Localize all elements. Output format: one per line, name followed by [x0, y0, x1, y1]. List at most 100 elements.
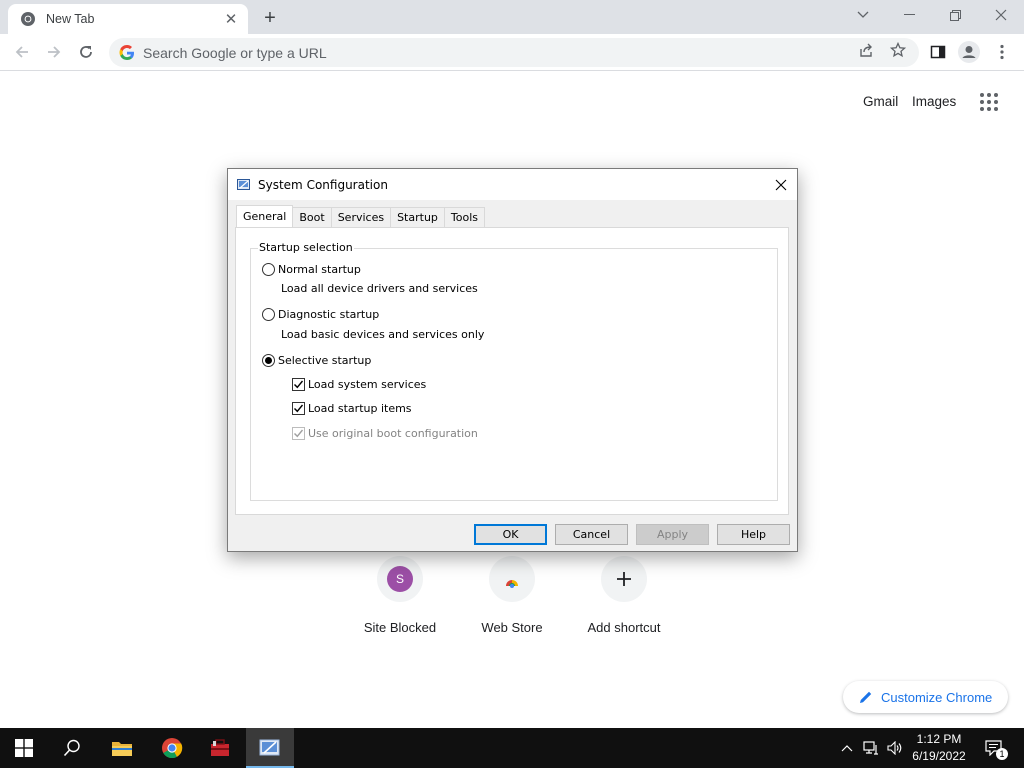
reload-button[interactable]: [72, 38, 100, 66]
tab-boot[interactable]: Boot: [292, 207, 332, 227]
shortcut-site-blocked[interactable]: S Site Blocked: [344, 556, 456, 635]
checkbox[interactable]: [292, 402, 305, 415]
customize-chrome-button[interactable]: Customize Chrome: [843, 681, 1008, 713]
network-icon[interactable]: [860, 728, 882, 768]
dialog-tabs: General Boot Services Startup Tools: [236, 205, 486, 227]
ok-button[interactable]: OK: [474, 524, 547, 545]
minimize-button[interactable]: [886, 0, 932, 30]
load-system-services-checkbox[interactable]: Load system services: [292, 378, 426, 391]
shortcut-tile: S: [377, 556, 423, 602]
search-button[interactable]: [48, 728, 96, 768]
start-button[interactable]: [0, 728, 48, 768]
show-hidden-icons-chevron[interactable]: [838, 728, 856, 768]
dialog-close-button[interactable]: [765, 169, 797, 200]
taskbar: 1:12 PM 6/19/2022 1: [0, 728, 1024, 768]
checkmark-icon: [294, 380, 304, 389]
checkbox-label: Load startup items: [308, 402, 412, 415]
tab-strip: New Tab ✕ +: [0, 0, 1024, 34]
tab-title: New Tab: [46, 12, 95, 26]
chrome-favicon-icon: [21, 12, 35, 26]
restore-button[interactable]: [932, 0, 978, 30]
google-apps-icon[interactable]: [980, 93, 1000, 113]
dialog-titlebar[interactable]: System Configuration: [228, 169, 797, 200]
general-tab-panel: Startup selection Normal startup Load al…: [235, 227, 789, 515]
msconfig-icon: [237, 178, 250, 190]
side-panel-icon[interactable]: [926, 40, 950, 64]
site-initial-avatar: S: [387, 566, 413, 592]
shortcut-tile: [601, 556, 647, 602]
search-icon: [63, 739, 80, 757]
back-button[interactable]: [8, 38, 36, 66]
close-window-button[interactable]: [978, 0, 1024, 30]
checkbox: [292, 427, 305, 440]
startup-selection-group: Startup selection Normal startup Load al…: [250, 241, 778, 501]
help-button[interactable]: Help: [717, 524, 790, 545]
notification-count-badge: 1: [996, 748, 1008, 760]
option-description: Load basic devices and services only: [281, 328, 485, 341]
msconfig-icon: [259, 739, 280, 756]
toolbox-taskbar-button[interactable]: [196, 728, 244, 768]
checkbox-label: Use original boot configuration: [308, 427, 478, 440]
radio-button[interactable]: [262, 308, 275, 321]
option-label: Normal startup: [278, 263, 361, 276]
folder-icon: [112, 742, 132, 756]
checkmark-icon: [294, 404, 304, 413]
close-tab-icon[interactable]: ✕: [222, 10, 240, 28]
add-shortcut-button[interactable]: Add shortcut: [568, 556, 680, 635]
browser-toolbar: Search Google or type a URL: [0, 34, 1024, 71]
share-icon[interactable]: [856, 40, 876, 60]
images-link[interactable]: Images: [912, 94, 956, 109]
shortcut-web-store[interactable]: Web Store: [456, 556, 568, 635]
tab-services[interactable]: Services: [330, 207, 392, 227]
system-configuration-dialog: System Configuration General Boot Servic…: [227, 168, 798, 552]
diagnostic-startup-radio[interactable]: Diagnostic startup: [262, 308, 379, 321]
tab-general[interactable]: General: [236, 205, 294, 227]
tab-new-tab[interactable]: New Tab ✕: [8, 4, 248, 34]
volume-icon[interactable]: [884, 728, 906, 768]
new-tab-button[interactable]: +: [258, 6, 282, 30]
apply-button: Apply: [636, 524, 709, 545]
radio-button[interactable]: [262, 263, 275, 276]
tab-startup[interactable]: Startup: [390, 207, 445, 227]
web-store-icon: [504, 576, 520, 588]
shortcut-label: Web Store: [481, 620, 543, 635]
toolbox-icon: [211, 739, 229, 756]
load-startup-items-checkbox[interactable]: Load startup items: [292, 402, 412, 415]
tab-tools[interactable]: Tools: [443, 207, 486, 227]
customize-chrome-label: Customize Chrome: [881, 689, 993, 705]
system-clock[interactable]: 1:12 PM 6/19/2022: [905, 731, 973, 765]
chrome-taskbar-button[interactable]: [148, 728, 196, 768]
windows-logo-icon: [15, 739, 33, 757]
selective-startup-radio[interactable]: Selective startup: [262, 354, 371, 367]
chrome-menu-icon[interactable]: [990, 40, 1014, 64]
group-label: Startup selection: [258, 241, 354, 254]
radio-button[interactable]: [262, 354, 275, 367]
checkmark-icon: [294, 429, 304, 438]
shortcut-label: Add shortcut: [587, 620, 661, 635]
shortcut-tile: [489, 556, 535, 602]
dialog-title: System Configuration: [258, 177, 388, 192]
option-label: Selective startup: [278, 354, 372, 367]
pencil-icon: [860, 691, 872, 703]
forward-button[interactable]: [40, 38, 68, 66]
action-center-button[interactable]: 1: [980, 728, 1008, 768]
omnibox[interactable]: Search Google or type a URL: [109, 38, 919, 67]
tab-search-icon[interactable]: [840, 0, 886, 30]
file-explorer-button[interactable]: [98, 728, 146, 768]
checkbox-label: Load system services: [308, 378, 427, 391]
clock-time: 1:12 PM: [916, 732, 962, 746]
option-label: Diagnostic startup: [278, 308, 380, 321]
omnibox-placeholder: Search Google or type a URL: [143, 44, 327, 61]
bookmark-star-icon[interactable]: [888, 40, 908, 60]
use-original-boot-config-checkbox: Use original boot configuration: [292, 427, 478, 440]
radio-selected-dot: [265, 357, 272, 364]
google-g-icon: [119, 44, 134, 60]
profile-avatar-icon[interactable]: [957, 40, 981, 64]
plus-icon: [617, 572, 631, 586]
cancel-button[interactable]: Cancel: [555, 524, 628, 545]
normal-startup-radio[interactable]: Normal startup: [262, 263, 361, 276]
gmail-link[interactable]: Gmail: [863, 94, 898, 109]
shortcut-label: Site Blocked: [363, 620, 437, 635]
system-configuration-taskbar-button[interactable]: [246, 728, 294, 768]
checkbox[interactable]: [292, 378, 305, 391]
